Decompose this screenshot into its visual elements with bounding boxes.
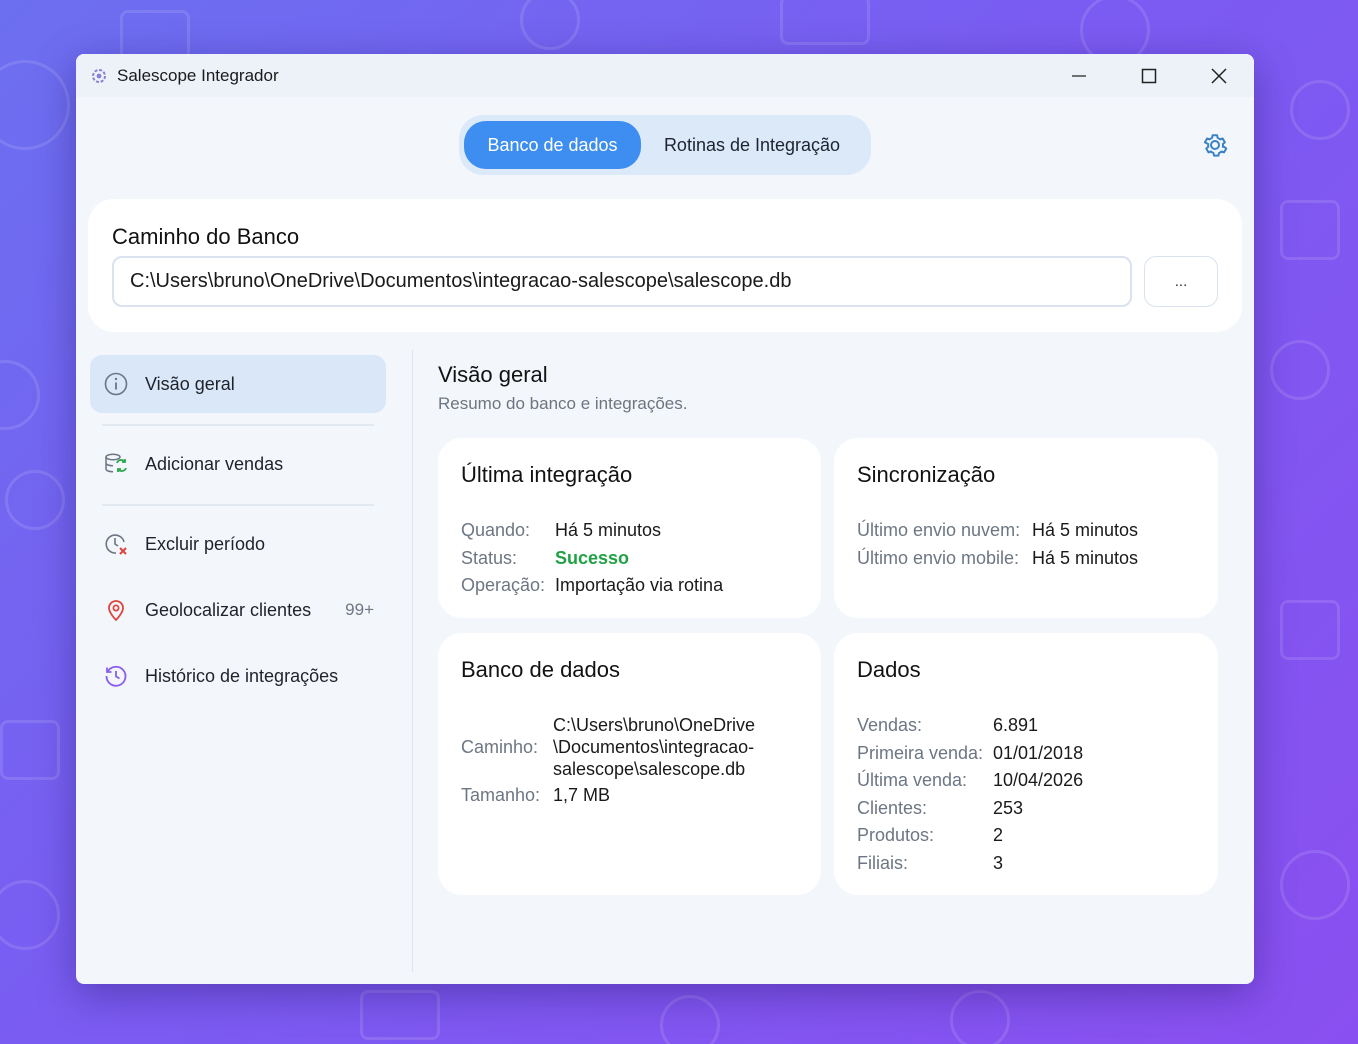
- gear-icon: [1203, 134, 1228, 157]
- card-ultima-integracao: Última integração Quando: Há 5 minutos S…: [438, 438, 821, 618]
- map-pin-icon: [103, 597, 129, 623]
- sidebar-item-label: Excluir período: [145, 533, 266, 554]
- row-label: Caminho:: [461, 737, 539, 757]
- info-row: Tamanho: 1,7 MB: [461, 784, 610, 806]
- info-row: Operação: Importação via rotina: [461, 574, 723, 596]
- sidebar-separator: [102, 424, 374, 426]
- history-icon: [103, 663, 129, 689]
- maximize-button[interactable]: [1114, 54, 1184, 97]
- row-label: Tamanho:: [461, 785, 541, 805]
- info-icon: [103, 371, 129, 397]
- row-value: Há 5 minutos: [1032, 548, 1139, 568]
- browse-button[interactable]: ...: [1144, 256, 1218, 307]
- info-row: Status: Sucesso: [461, 547, 629, 569]
- database-path-title: Caminho do Banco: [112, 224, 300, 249]
- card-banco-de-dados: Banco de dados Caminho: C:\Users\bruno\O…: [438, 633, 821, 895]
- card-title: Sincronização: [857, 462, 996, 487]
- page-subtitle: Resumo do banco e integrações.: [438, 394, 688, 413]
- sidebar-item-label: Adicionar vendas: [145, 453, 284, 474]
- count-badge: 99+: [345, 600, 374, 619]
- sidebar-item-label: Histórico de integrações: [145, 665, 339, 686]
- card-title: Dados: [857, 657, 921, 682]
- sidebar-item-label: Visão geral: [145, 373, 235, 394]
- info-row: Vendas: 6.891: [857, 714, 1038, 736]
- card-title: Última integração: [461, 462, 633, 487]
- tab-banco-de-dados[interactable]: Banco de dados: [464, 121, 641, 169]
- row-label: Vendas:: [857, 715, 923, 735]
- path-line: salescope\salescope.db: [553, 759, 746, 779]
- info-row: Último envio mobile: Há 5 minutos: [857, 547, 1138, 569]
- info-row: Clientes: 253: [857, 797, 1023, 819]
- tab-bar: Banco de dados Rotinas de Integração: [459, 115, 871, 175]
- app-window: Salescope Integrador Banco de dados Roti…: [76, 54, 1254, 984]
- sidebar-item-adicionar-vendas[interactable]: Adicionar vendas: [90, 435, 386, 493]
- info-row: Quando: Há 5 minutos: [461, 519, 661, 541]
- settings-button[interactable]: [1198, 128, 1232, 162]
- status-value: Sucesso: [555, 548, 630, 568]
- database-sync-icon: [103, 451, 129, 477]
- window-title: Salescope Integrador: [117, 65, 279, 85]
- database-path-input[interactable]: [112, 256, 1132, 307]
- sidebar-separator: [102, 504, 374, 506]
- row-value: 6.891: [993, 715, 1039, 735]
- card-title: Banco de dados: [461, 657, 621, 682]
- row-label: Filiais:: [857, 853, 909, 873]
- row-value: 2: [993, 825, 1004, 845]
- maximize-icon: [1141, 68, 1157, 83]
- row-value: 253: [993, 798, 1024, 818]
- row-label: Último envio mobile:: [857, 548, 1020, 568]
- row-value: 1,7 MB: [553, 785, 611, 805]
- database-path-section: Caminho do Banco ...: [88, 199, 1242, 332]
- row-label: Primeira venda:: [857, 743, 984, 763]
- info-row: Última venda: 10/04/2026: [857, 769, 1083, 791]
- row-value: Há 5 minutos: [1032, 520, 1139, 540]
- app-logo-icon: [91, 68, 107, 84]
- row-label: Quando:: [461, 520, 531, 540]
- close-button[interactable]: [1184, 54, 1254, 97]
- row-label: Produtos:: [857, 825, 935, 845]
- title-bar: Salescope Integrador: [76, 54, 1254, 97]
- sidebar-divider: [412, 350, 413, 972]
- info-row: Filiais: 3: [857, 852, 1003, 874]
- row-value: Há 5 minutos: [555, 520, 662, 540]
- info-row: Último envio nuvem: Há 5 minutos: [857, 519, 1138, 541]
- row-label: Última venda:: [857, 770, 968, 790]
- close-icon: [1211, 67, 1227, 84]
- row-value: 10/04/2026: [993, 770, 1084, 790]
- tab-rotinas-de-integracao[interactable]: Rotinas de Integração: [641, 121, 863, 169]
- sidebar-item-label: Geolocalizar clientes: [145, 599, 312, 620]
- page-title: Visão geral: [438, 362, 548, 387]
- row-value: 3: [993, 853, 1004, 873]
- card-dados: Dados Vendas: 6.891 Primeira venda: 01/0…: [834, 633, 1218, 895]
- info-row: Produtos: 2: [857, 824, 1003, 846]
- sidebar-item-visao-geral[interactable]: Visão geral: [90, 355, 386, 413]
- row-label: Status:: [461, 548, 518, 568]
- row-value: 01/01/2018: [993, 743, 1084, 763]
- row-label: Último envio nuvem:: [857, 520, 1021, 540]
- row-value: Importação via rotina: [555, 575, 724, 595]
- path-line: \Documentos\integracao-: [553, 737, 755, 757]
- minimize-button[interactable]: [1044, 54, 1114, 97]
- row-label: Operação:: [461, 575, 546, 595]
- sidebar-item-excluir-periodo[interactable]: Excluir período: [90, 515, 386, 573]
- info-row: Caminho: C:\Users\bruno\OneDrive \Docume…: [461, 714, 755, 780]
- clock-delete-icon: [103, 531, 129, 557]
- info-row: Primeira venda: 01/01/2018: [857, 742, 1083, 764]
- row-label: Clientes:: [857, 798, 928, 818]
- sidebar-item-geolocalizar-clientes[interactable]: Geolocalizar clientes 99+: [90, 581, 386, 639]
- path-value: C:\Users\bruno\OneDrive \Documentos\inte…: [553, 714, 755, 780]
- card-sincronizacao: Sincronização Último envio nuvem: Há 5 m…: [834, 438, 1218, 618]
- sidebar-item-historico-de-integracoes[interactable]: Histórico de integrações: [90, 647, 386, 705]
- path-line: C:\Users\bruno\OneDrive: [553, 715, 756, 735]
- minimize-icon: [1072, 74, 1086, 77]
